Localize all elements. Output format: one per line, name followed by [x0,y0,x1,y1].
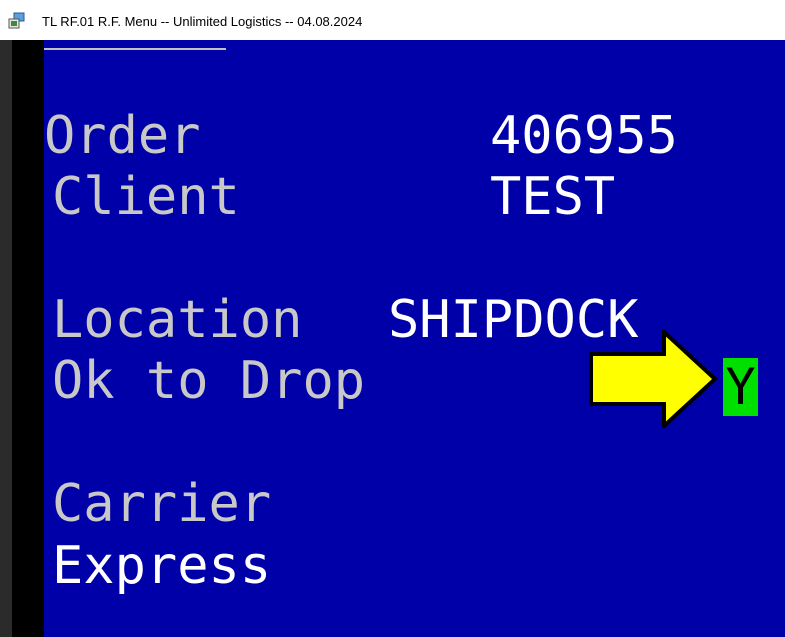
cursor-underline [44,48,226,50]
window-titlebar: TL RF.01 R.F. Menu -- Unlimited Logistic… [0,0,785,41]
location-label: Location [52,290,303,350]
carrier-label: Carrier [52,474,272,534]
app-window-icon [8,12,25,29]
window-left-edge [0,40,12,637]
order-label: Order [44,106,201,166]
ok-to-drop-input[interactable]: Y [723,358,758,416]
rf-terminal-screen[interactable]: Order 406955 Client TEST Location SHIPDO… [44,40,785,637]
client-value: TEST [490,167,616,227]
client-label: Client [52,167,240,227]
yellow-arrow-icon [589,330,718,428]
window-title: TL RF.01 R.F. Menu -- Unlimited Logistic… [42,14,363,29]
ok-to-drop-label: Ok to Drop [52,351,366,411]
carrier-value: Express [52,536,272,596]
order-value: 406955 [490,106,678,166]
